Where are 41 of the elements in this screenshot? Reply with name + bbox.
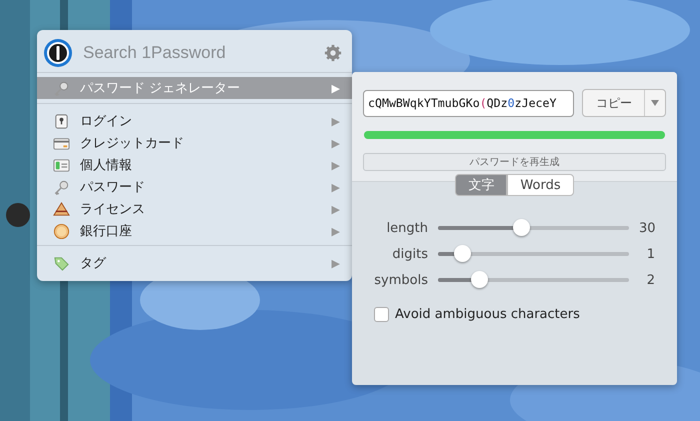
submenu-arrow: ▶ xyxy=(332,82,340,94)
keyhole-icon xyxy=(53,112,70,130)
menu-item[interactable]: ログイン ▶ xyxy=(37,110,352,132)
lock-logo-icon xyxy=(43,38,73,68)
submenu-arrow: ▶ xyxy=(332,180,340,194)
slider[interactable] xyxy=(438,245,629,263)
slider[interactable] xyxy=(438,271,629,289)
submenu-arrow: ▶ xyxy=(332,224,340,238)
key-icon xyxy=(53,178,70,196)
mode-tab[interactable]: Words xyxy=(507,174,574,196)
slider-label: length xyxy=(386,220,428,236)
submenu-arrow: ▶ xyxy=(332,256,340,270)
submenu-arrow: ▶ xyxy=(332,202,340,216)
settings-icon[interactable] xyxy=(324,44,342,62)
search-field[interactable]: Search 1Password xyxy=(81,42,316,64)
caret-icon xyxy=(650,99,660,107)
slider-value: 1 xyxy=(646,246,655,262)
checkbox-label: Avoid ambiguous characters xyxy=(395,307,580,322)
checkbox[interactable] xyxy=(374,307,389,322)
slider-label: symbols xyxy=(374,272,428,288)
menu-item[interactable]: 個人情報 ▶ xyxy=(37,154,352,176)
slider-value: 30 xyxy=(639,220,655,236)
key-icon xyxy=(53,80,70,96)
menu-item[interactable]: ライセンス ▶ xyxy=(37,198,352,220)
menu-item[interactable]: パスワード ▶ xyxy=(37,176,352,198)
tag-icon xyxy=(53,254,70,272)
slider-label: digits xyxy=(391,246,428,262)
triangle-icon xyxy=(53,200,70,218)
slider[interactable] xyxy=(438,219,629,237)
menu-item[interactable]: クレジットカード ▶ xyxy=(37,132,352,154)
slider-value: 2 xyxy=(646,272,655,288)
submenu-arrow: ▶ xyxy=(332,114,340,128)
menu-item[interactable]: 銀行口座 ▶ xyxy=(37,220,352,242)
submenu-arrow: ▶ xyxy=(332,136,340,150)
password-field[interactable]: cQMwBWqkYTmubGKo(QDz0zJeceY xyxy=(363,90,574,116)
regenerate-button[interactable]: パスワードを再生成 xyxy=(363,153,666,171)
copy-button[interactable]: コピー xyxy=(582,89,666,117)
menu-item[interactable]: タグ ▶ xyxy=(37,252,352,274)
submenu-arrow: ▶ xyxy=(332,158,340,172)
coin-icon xyxy=(53,222,70,240)
id-card-icon xyxy=(53,156,70,174)
